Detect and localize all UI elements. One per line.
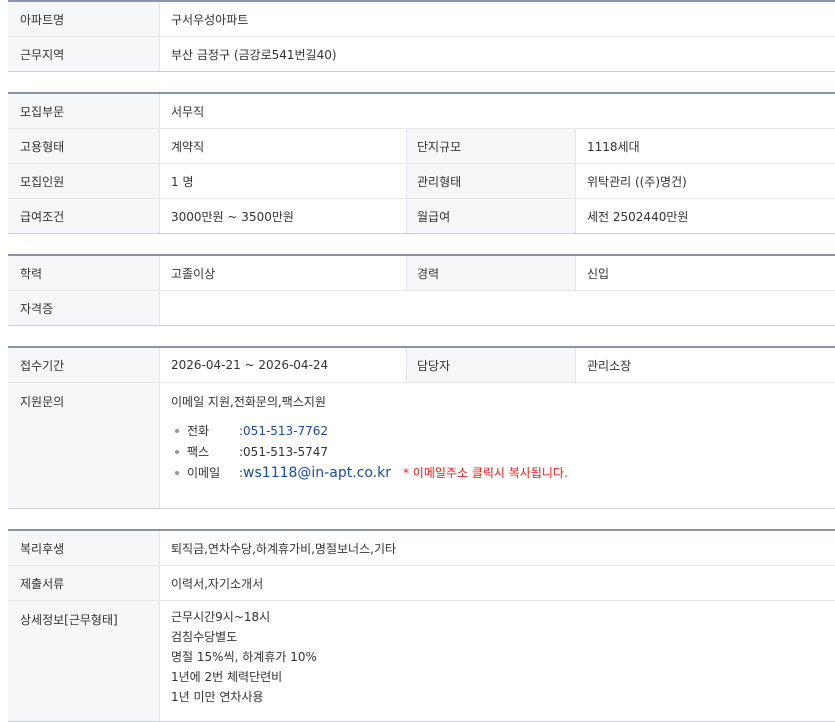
dept-value: 서무직: [171, 104, 205, 119]
recruit-section: 모집부문 서무직 고용형태 계약직 단지규모 1118세대 모집인원 1 명 관…: [8, 92, 835, 234]
email-note: * 이메일주소 클릭시 복사됩니다.: [402, 466, 568, 480]
salary-label: 급여조건: [8, 199, 160, 233]
phone-value[interactable]: :051-513-7762: [239, 424, 328, 438]
career-value: 신입: [587, 266, 610, 281]
contact-list: 전화 :051-513-7762 팩스 :051-513-5747 이메일 : …: [171, 420, 568, 483]
salary-value: 3000만원 ~ 3500만원: [171, 209, 294, 224]
inquiry-label: 지원문의: [8, 383, 160, 508]
apt-name-label: 아파트명: [8, 2, 160, 36]
detail-line: 근무시간9시~18시: [171, 610, 271, 624]
welfare-section: 복리후생 퇴직금,연차수당,하계휴가비,명절보너스,기타 제출서류 이력서,자기…: [8, 529, 835, 722]
detail-value: 근무시간9시~18시 검침수당별도 명절 15%씩, 하계휴가 10% 1년에 …: [160, 601, 835, 721]
apt-info-section: 아파트명 구서우성아파트 근무지역 부산 금정구 (금강로541번길40): [8, 0, 835, 72]
benefit-value: 퇴직금,연차수당,하계휴가비,명절보너스,기타: [171, 541, 397, 556]
count-label: 모집인원: [8, 164, 160, 198]
scale-value: 1118세대: [587, 139, 640, 154]
period-value: 2026-04-21 ~ 2026-04-24: [171, 358, 329, 372]
region-label: 근무지역: [8, 37, 160, 71]
cert-value: [160, 291, 835, 325]
detail-line: 명절 15%씩, 하계휴가 10%: [171, 650, 317, 664]
cert-label: 자격증: [8, 291, 160, 325]
detail-line: 검침수당별도: [171, 630, 238, 644]
contact-phone: 전화 :051-513-7762: [175, 420, 568, 441]
email-link[interactable]: ws1118@in-apt.co.kr: [243, 465, 391, 481]
career-label: 경력: [406, 256, 576, 290]
monthly-label: 월급여: [406, 199, 576, 233]
bullet-icon: [175, 449, 179, 454]
edu-value: 고졸이상: [171, 266, 216, 281]
detail-line: 1년 미만 연차사용: [171, 690, 264, 704]
docs-label: 제출서류: [8, 566, 160, 600]
contact-fax: 팩스 :051-513-5747: [175, 441, 568, 462]
detail-line: 1년에 2번 체력단련비: [171, 670, 283, 684]
edu-label: 학력: [8, 256, 160, 290]
contact-email: 이메일 : ws1118@in-apt.co.kr * 이메일주소 클릭시 복사…: [175, 462, 568, 483]
fax-label: 팩스: [187, 445, 210, 459]
docs-value: 이력서,자기소개서: [171, 576, 264, 591]
scale-label: 단지규모: [406, 129, 576, 163]
monthly-value: 세전 2502440만원: [587, 209, 689, 224]
region-value: 부산 금정구 (금강로541번길40): [171, 47, 337, 62]
fax-value: :051-513-5747: [239, 444, 329, 459]
manager-value: 관리소장: [587, 358, 632, 373]
employ-value: 계약직: [171, 139, 205, 154]
manager-label: 담당자: [406, 348, 576, 382]
inquiry-value: 이메일 지원,전화문의,팩스지원: [171, 395, 326, 409]
employ-label: 고용형태: [8, 129, 160, 163]
bullet-icon: [175, 470, 179, 475]
detail-label: 상세정보[근무형태]: [8, 601, 160, 721]
apt-name-value: 구서우성아파트: [171, 12, 249, 27]
bullet-icon: [175, 428, 179, 433]
manage-label: 관리형태: [406, 164, 576, 198]
dept-label: 모집부문: [8, 94, 160, 128]
job-detail: 아파트명 구서우성아파트 근무지역 부산 금정구 (금강로541번길40) 모집…: [8, 0, 835, 722]
apply-section: 접수기간 2026-04-21 ~ 2026-04-24 담당자 관리소장 지원…: [8, 346, 835, 509]
benefit-label: 복리후생: [8, 531, 160, 565]
manage-value: 위탁관리 ((주)명건): [587, 174, 687, 189]
phone-label: 전화: [187, 424, 210, 438]
qualification-section: 학력 고졸이상 경력 신입 자격증: [8, 254, 835, 326]
period-label: 접수기간: [8, 348, 160, 382]
inquiry-cell: 이메일 지원,전화문의,팩스지원 전화 :051-513-7762 팩스 :05…: [160, 383, 835, 508]
email-label: 이메일: [187, 466, 221, 480]
count-value: 1 명: [171, 174, 194, 189]
